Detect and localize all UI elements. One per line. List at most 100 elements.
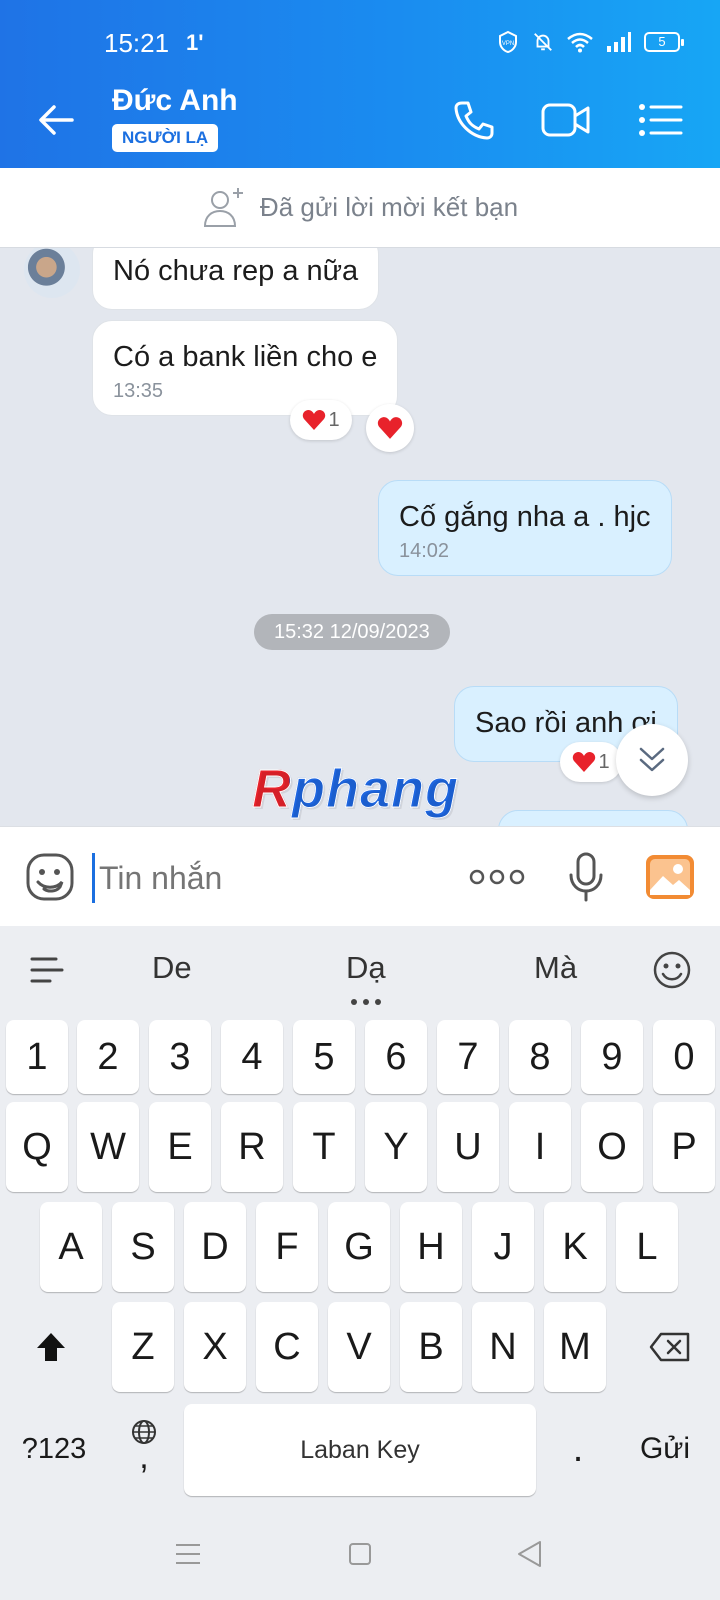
key[interactable]: 7: [437, 1020, 499, 1094]
battery-icon: 5: [644, 32, 684, 52]
backspace-key[interactable]: [636, 1302, 704, 1392]
key[interactable]: V: [328, 1302, 390, 1392]
key[interactable]: 8: [509, 1020, 571, 1094]
more-options-button[interactable]: [464, 849, 530, 905]
message-list[interactable]: Nó chưa rep a nữa Có a bank liền cho e 1…: [0, 248, 720, 826]
vpn-icon: VPN: [499, 30, 517, 54]
mute-bell-icon: [534, 33, 552, 51]
key[interactable]: N: [472, 1302, 534, 1392]
contact-name[interactable]: Đức Anh: [112, 84, 238, 118]
key[interactable]: 9: [581, 1020, 643, 1094]
menu-lines-icon: [30, 957, 64, 983]
scroll-to-bottom-button[interactable]: [616, 724, 688, 796]
key[interactable]: A: [40, 1202, 102, 1292]
chat-header: 15:21 1' VPN 5 Đức Anh NGƯỜI LẠ: [0, 0, 720, 168]
key[interactable]: W: [77, 1102, 139, 1192]
key[interactable]: U: [437, 1102, 499, 1192]
key[interactable]: 6: [365, 1020, 427, 1094]
key[interactable]: J: [472, 1202, 534, 1292]
system-nav-bar: [0, 1510, 720, 1600]
message-text: Nó chưa rep a nữa: [113, 255, 359, 287]
message-time: 14:02: [399, 540, 450, 562]
arrow-left-icon: [39, 105, 74, 135]
react-button[interactable]: [366, 404, 414, 452]
video-call-button[interactable]: [538, 92, 594, 148]
key[interactable]: 1: [6, 1020, 68, 1094]
message-bubble-incoming[interactable]: Nó chưa rep a nữa: [92, 248, 380, 310]
key[interactable]: E: [149, 1102, 211, 1192]
voice-message-button[interactable]: [558, 849, 614, 905]
suggestion-word[interactable]: De: [152, 950, 192, 986]
key[interactable]: M: [544, 1302, 606, 1392]
key[interactable]: I: [509, 1102, 571, 1192]
composer-bar: [0, 826, 720, 926]
key[interactable]: X: [184, 1302, 246, 1392]
status-icons: VPN 5: [496, 30, 684, 54]
sticker-button[interactable]: [22, 849, 78, 905]
recent-apps-button[interactable]: [166, 1532, 210, 1576]
microphone-icon: [569, 852, 603, 902]
back-nav-button[interactable]: [508, 1532, 552, 1576]
smiley-icon: [653, 951, 691, 989]
key[interactable]: D: [184, 1202, 246, 1292]
send-key[interactable]: Gửi: [622, 1404, 708, 1494]
status-time: 15:21: [104, 28, 170, 58]
emoji-button[interactable]: [652, 950, 692, 995]
key[interactable]: K: [544, 1202, 606, 1292]
key[interactable]: 5: [293, 1020, 355, 1094]
on-screen-keyboard: De Dạ Mà 1 2 3 4 5 6 7 8 9 0 Q W E R T Y…: [0, 926, 720, 1600]
suggestion-word[interactable]: Mà: [534, 950, 577, 986]
key[interactable]: Z: [112, 1302, 174, 1392]
key[interactable]: 0: [653, 1020, 715, 1094]
suggestion-bar: De Dạ Mà: [0, 926, 720, 1016]
home-button[interactable]: [338, 1532, 382, 1576]
reaction-count: 1: [598, 750, 610, 773]
wifi-icon: [567, 32, 593, 53]
send-image-button[interactable]: [642, 849, 698, 905]
symbols-key[interactable]: ?123: [14, 1404, 94, 1494]
key[interactable]: F: [256, 1202, 318, 1292]
key[interactable]: Q: [6, 1102, 68, 1192]
avatar[interactable]: [24, 248, 80, 298]
backspace-icon: [649, 1332, 690, 1362]
back-button[interactable]: [30, 94, 82, 146]
key[interactable]: P: [653, 1102, 715, 1192]
suggestion-word[interactable]: Dạ: [346, 950, 386, 986]
message-bubble-outgoing[interactable]: Cố gắng nha a . hjc 14:02: [378, 480, 672, 576]
reaction-count: 1: [328, 408, 340, 431]
key[interactable]: 4: [221, 1020, 283, 1094]
key[interactable]: B: [400, 1302, 462, 1392]
key[interactable]: S: [112, 1202, 174, 1292]
key[interactable]: Y: [365, 1102, 427, 1192]
square-icon: [349, 1543, 371, 1565]
app-bar: Đức Anh NGƯỜI LẠ: [0, 72, 720, 168]
reaction-count-badge[interactable]: 1: [560, 742, 622, 782]
shift-key[interactable]: [20, 1302, 82, 1392]
menu-button[interactable]: [632, 92, 688, 148]
key[interactable]: 2: [77, 1020, 139, 1094]
status-indicator: 1': [186, 30, 204, 55]
more-suggestions-dots-icon: [351, 999, 381, 1005]
message-input[interactable]: [92, 853, 432, 903]
space-key[interactable]: Laban Key: [184, 1404, 536, 1496]
message-text: Cố gắng nha a . hjc: [399, 501, 651, 533]
key[interactable]: O: [581, 1102, 643, 1192]
call-button[interactable]: [446, 92, 502, 148]
message-bubble-outgoing[interactable]: [498, 810, 688, 826]
language-comma-key[interactable]: ,: [118, 1396, 170, 1492]
key[interactable]: L: [616, 1202, 678, 1292]
heart-icon: [377, 417, 403, 439]
reaction-count-badge[interactable]: 1: [290, 400, 352, 440]
keyboard-menu-button[interactable]: [30, 956, 64, 989]
comma-label: ,: [139, 1438, 149, 1476]
key[interactable]: G: [328, 1202, 390, 1292]
key[interactable]: R: [221, 1102, 283, 1192]
key[interactable]: C: [256, 1302, 318, 1392]
message-bubble-incoming[interactable]: Có a bank liền cho e 13:35: [92, 320, 399, 416]
key[interactable]: T: [293, 1102, 355, 1192]
key[interactable]: H: [400, 1202, 462, 1292]
svg-text:VPN: VPN: [502, 41, 514, 47]
key[interactable]: 3: [149, 1020, 211, 1094]
period-key[interactable]: .: [554, 1404, 602, 1494]
list-menu-icon: [639, 104, 683, 136]
